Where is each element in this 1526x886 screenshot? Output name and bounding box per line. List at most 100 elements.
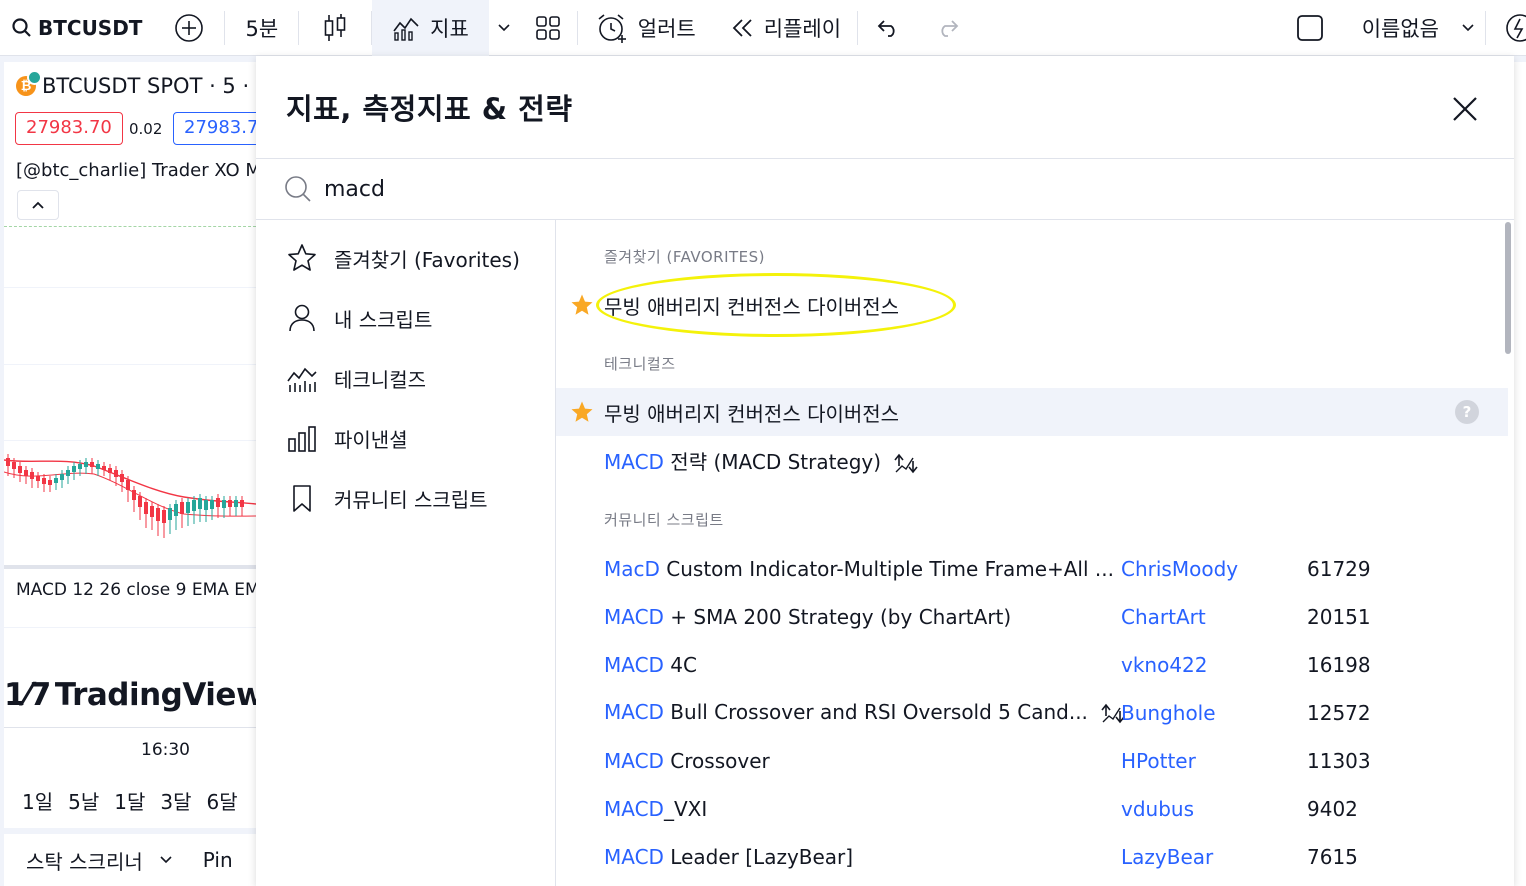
indicators-button[interactable]: 지표	[372, 0, 489, 56]
chevron-down-icon[interactable]	[159, 855, 173, 865]
author-link[interactable]: ChrisMoody	[1121, 557, 1238, 581]
candle-body	[150, 506, 154, 517]
candle-body	[84, 462, 88, 467]
star-filled-icon[interactable]	[570, 293, 594, 317]
community-row[interactable]: MacD Custom Indicator-Multiple Time Fram…	[556, 545, 1508, 593]
community-row[interactable]: MACD Leader [LazyBear] LazyBear 7615	[556, 833, 1508, 881]
alert-button[interactable]: 얼러트	[578, 0, 714, 56]
author-link[interactable]: HPotter	[1121, 749, 1196, 773]
author-link[interactable]: LazyBear	[1121, 845, 1213, 869]
tradingview-logo[interactable]: 1⁄7 TradingView	[4, 677, 256, 713]
search-icon	[12, 17, 31, 37]
range-3m-button[interactable]: 3달	[160, 786, 191, 815]
nav-item-my-scripts[interactable]: 내 스크립트	[286, 298, 432, 338]
nav-item-financials[interactable]: 파이낸셜	[286, 418, 408, 458]
tab-pine-editor[interactable]: Pin	[203, 848, 233, 872]
templates-button[interactable]	[519, 0, 577, 56]
fullscreen-toggle[interactable]	[1276, 0, 1344, 56]
indicator-name: MACD + SMA 200 Strategy (by ChartArt)	[604, 605, 1011, 629]
indicator-results-list: 즐겨찾기 (FAVORITES) 무빙 애버리지 컨버전스 다이버전스 테크니컬…	[556, 220, 1514, 886]
collapse-legend-button[interactable]	[17, 190, 59, 220]
nav-item-community-scripts[interactable]: 커뮤니티 스크립트	[286, 478, 488, 518]
sell-price-button[interactable]: 27983.70	[15, 112, 123, 145]
tab-stock-screener[interactable]: 스탁 스크리너	[26, 846, 143, 875]
candle-body	[60, 474, 64, 480]
candle-body	[30, 472, 34, 479]
community-row[interactable]: MACD Bull Crossover and RSI Oversold 5 C…	[556, 689, 1508, 737]
candle-body	[198, 498, 202, 509]
interval-button[interactable]: 5분	[225, 0, 298, 56]
buy-price-button[interactable]: 27983.72	[173, 112, 256, 145]
replay-label: 리플레이	[763, 16, 842, 41]
bar-chart-icon	[288, 426, 316, 452]
close-icon[interactable]	[1448, 92, 1482, 126]
chevron-down-icon	[1462, 23, 1474, 31]
range-1m-button[interactable]: 1달	[114, 786, 145, 815]
author-link[interactable]: Bunghole	[1121, 701, 1216, 725]
dialog-search-bar	[256, 158, 1514, 220]
indicator-search-input[interactable]	[324, 176, 1224, 202]
community-row[interactable]: MACD_VXI vdubus 9402	[556, 785, 1508, 833]
author-link[interactable]: vdubus	[1121, 797, 1194, 821]
indicator-name-rest: Leader [LazyBear]	[663, 845, 854, 869]
nav-item-technicals[interactable]: 테크니컬즈	[286, 358, 426, 398]
script-legend[interactable]: [@btc_charlie] Trader XO M	[16, 160, 256, 181]
candle-body	[222, 500, 226, 508]
results-scrollbar[interactable]	[1505, 222, 1511, 354]
alert-label: 얼러트	[637, 16, 696, 41]
layout-name-button[interactable]: 이름없음	[1344, 0, 1485, 56]
candle-body	[66, 470, 70, 476]
compare-symbol-button[interactable]	[154, 0, 224, 56]
rewind-icon	[732, 18, 752, 37]
replay-button[interactable]: 리플레이	[714, 0, 857, 56]
range-6m-button[interactable]: 6달	[207, 786, 238, 815]
indicator-name: MacD Custom Indicator-Multiple Time Fram…	[604, 557, 1114, 581]
indicator-name: MACD 4C	[604, 653, 697, 677]
technical-row-macd[interactable]: 무빙 애버리지 컨버전스 다이버전스 ?	[556, 388, 1508, 436]
undo-button[interactable]	[858, 0, 918, 56]
grid-icon	[535, 15, 560, 40]
nav-item-label: 파이낸셜	[334, 427, 408, 452]
candle-body	[144, 502, 148, 514]
candle-body	[138, 496, 142, 507]
indicators-chart-icon	[393, 17, 419, 41]
search-match-text: MACD	[604, 605, 664, 629]
community-row[interactable]: MACD + SMA 200 Strategy (by ChartArt) Ch…	[556, 593, 1508, 641]
undo-icon	[877, 19, 895, 37]
symbol-search-button[interactable]: BTCUSDT	[0, 0, 154, 56]
chart-type-button[interactable]	[299, 0, 371, 56]
macd-legend[interactable]: MACD 12 26 close 9 EMA EM	[16, 580, 256, 600]
right-sidebar	[1514, 62, 1526, 886]
candlestick-series	[4, 454, 256, 538]
section-header-community: 커뮤니티 스크립트	[604, 511, 724, 529]
candle-body	[42, 478, 46, 484]
star-filled-icon[interactable]	[570, 400, 594, 424]
range-5d-button[interactable]: 5날	[68, 786, 99, 815]
pane-separator[interactable]	[4, 565, 256, 569]
community-row[interactable]: MACD Crossover HPotter 11303	[556, 737, 1508, 785]
redo-button[interactable]	[918, 0, 978, 56]
candle-body	[210, 500, 214, 509]
indicators-dropdown-button[interactable]	[489, 0, 519, 56]
quick-search-button[interactable]	[1486, 0, 1526, 56]
technical-row-macd-strategy[interactable]: MACD 전략 (MACD Strategy)	[556, 437, 1508, 485]
lightning-search-icon	[1506, 13, 1526, 42]
favorite-row-macd[interactable]: 무빙 애버리지 컨버전스 다이버전스	[556, 281, 1508, 329]
likes-count: 7615	[1307, 845, 1358, 869]
author-link[interactable]: vkno422	[1121, 653, 1208, 677]
help-icon[interactable]: ?	[1455, 400, 1479, 424]
nav-item-favorites[interactable]: 즐겨찾기 (Favorites)	[286, 238, 520, 278]
tradingview-logo-text: TradingView	[54, 677, 256, 713]
candle-body	[114, 470, 118, 477]
chart-pane[interactable]: ₿ BTCUSDT SPOT · 5 · 27983.70 0.02 27983…	[4, 62, 256, 822]
dialog-category-nav: 즐겨찾기 (Favorites) 내 스크립트 테크니컬즈 파이낸셜 커뮤니티 …	[256, 220, 556, 886]
range-1d-button[interactable]: 1일	[22, 786, 53, 815]
author-link[interactable]: ChartArt	[1121, 605, 1206, 629]
chevron-down-icon	[498, 23, 510, 31]
community-row[interactable]: MACD 4C vkno422 16198	[556, 641, 1508, 689]
candle-body	[6, 458, 10, 466]
search-match-text: MacD	[604, 557, 660, 581]
section-header-favorites: 즐겨찾기 (FAVORITES)	[604, 248, 766, 266]
candle-body	[192, 500, 196, 511]
indicator-name-rest: _VXI	[663, 797, 708, 821]
